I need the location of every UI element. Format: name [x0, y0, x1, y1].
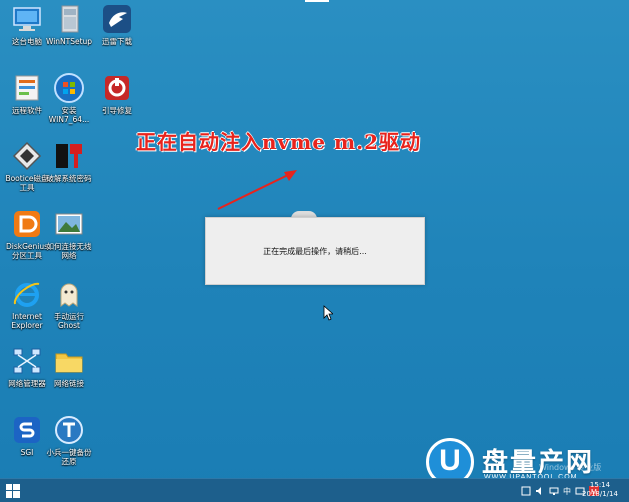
mouse-cursor-icon [323, 305, 333, 321]
annotation-text: 正在自动注入nvme m.2驱动 [136, 130, 422, 154]
desktop: 这台电脑 WinNTSetup 迅雷下载 远程软件 安装 WIN7_64... … [0, 0, 629, 502]
input-language-indicator[interactable]: 中 [563, 486, 571, 497]
start-button[interactable] [6, 484, 20, 498]
clock-time: 15:14 [589, 481, 611, 489]
action-center-icon[interactable] [521, 486, 531, 496]
clock-date: 2018/1/14 [582, 490, 618, 498]
volume-icon[interactable] [535, 486, 545, 496]
dialog-message: 正在完成最后操作，请稍后... [263, 247, 367, 256]
taskbar: 中 M 15:14 2018/1/14 [0, 478, 629, 502]
progress-dialog: 正在完成最后操作，请稍后... [205, 217, 425, 285]
taskbar-clock[interactable]: 15:14 2018/1/14 [575, 481, 625, 499]
network-tray-icon[interactable] [549, 486, 559, 496]
